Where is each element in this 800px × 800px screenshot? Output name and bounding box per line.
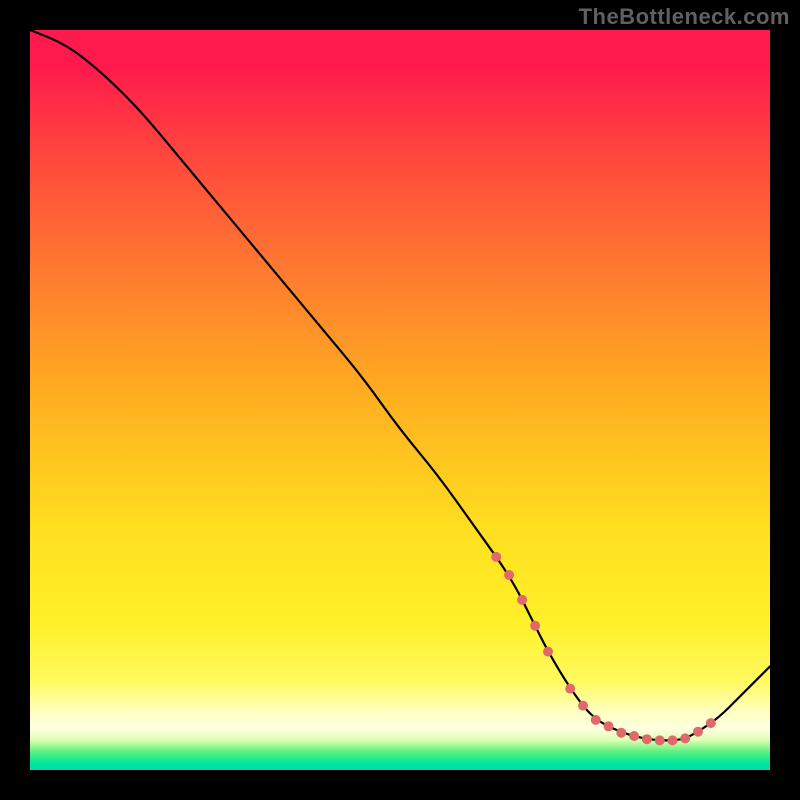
bottleneck-curve: [30, 30, 770, 740]
curve-overlay: [30, 30, 770, 770]
curve-dot: [543, 647, 553, 657]
curve-dot: [591, 715, 601, 725]
curve-dot: [604, 721, 614, 731]
curve-dot: [706, 718, 716, 728]
curve-dot: [668, 735, 678, 745]
curve-dot: [491, 552, 501, 562]
curve-dot: [578, 701, 588, 711]
curve-dot: [629, 731, 639, 741]
curve-dot: [530, 621, 540, 631]
curve-dot: [517, 595, 527, 605]
chart-frame: TheBottleneck.com: [0, 0, 800, 800]
curve-dot: [655, 735, 665, 745]
watermark-text: TheBottleneck.com: [579, 4, 790, 30]
curve-dot: [504, 570, 514, 580]
curve-dot: [616, 728, 626, 738]
curve-dot: [565, 684, 575, 694]
curve-dot: [693, 727, 703, 737]
curve-dot: [680, 733, 690, 743]
dotted-segment-group: [491, 552, 716, 746]
curve-dot: [642, 734, 652, 744]
